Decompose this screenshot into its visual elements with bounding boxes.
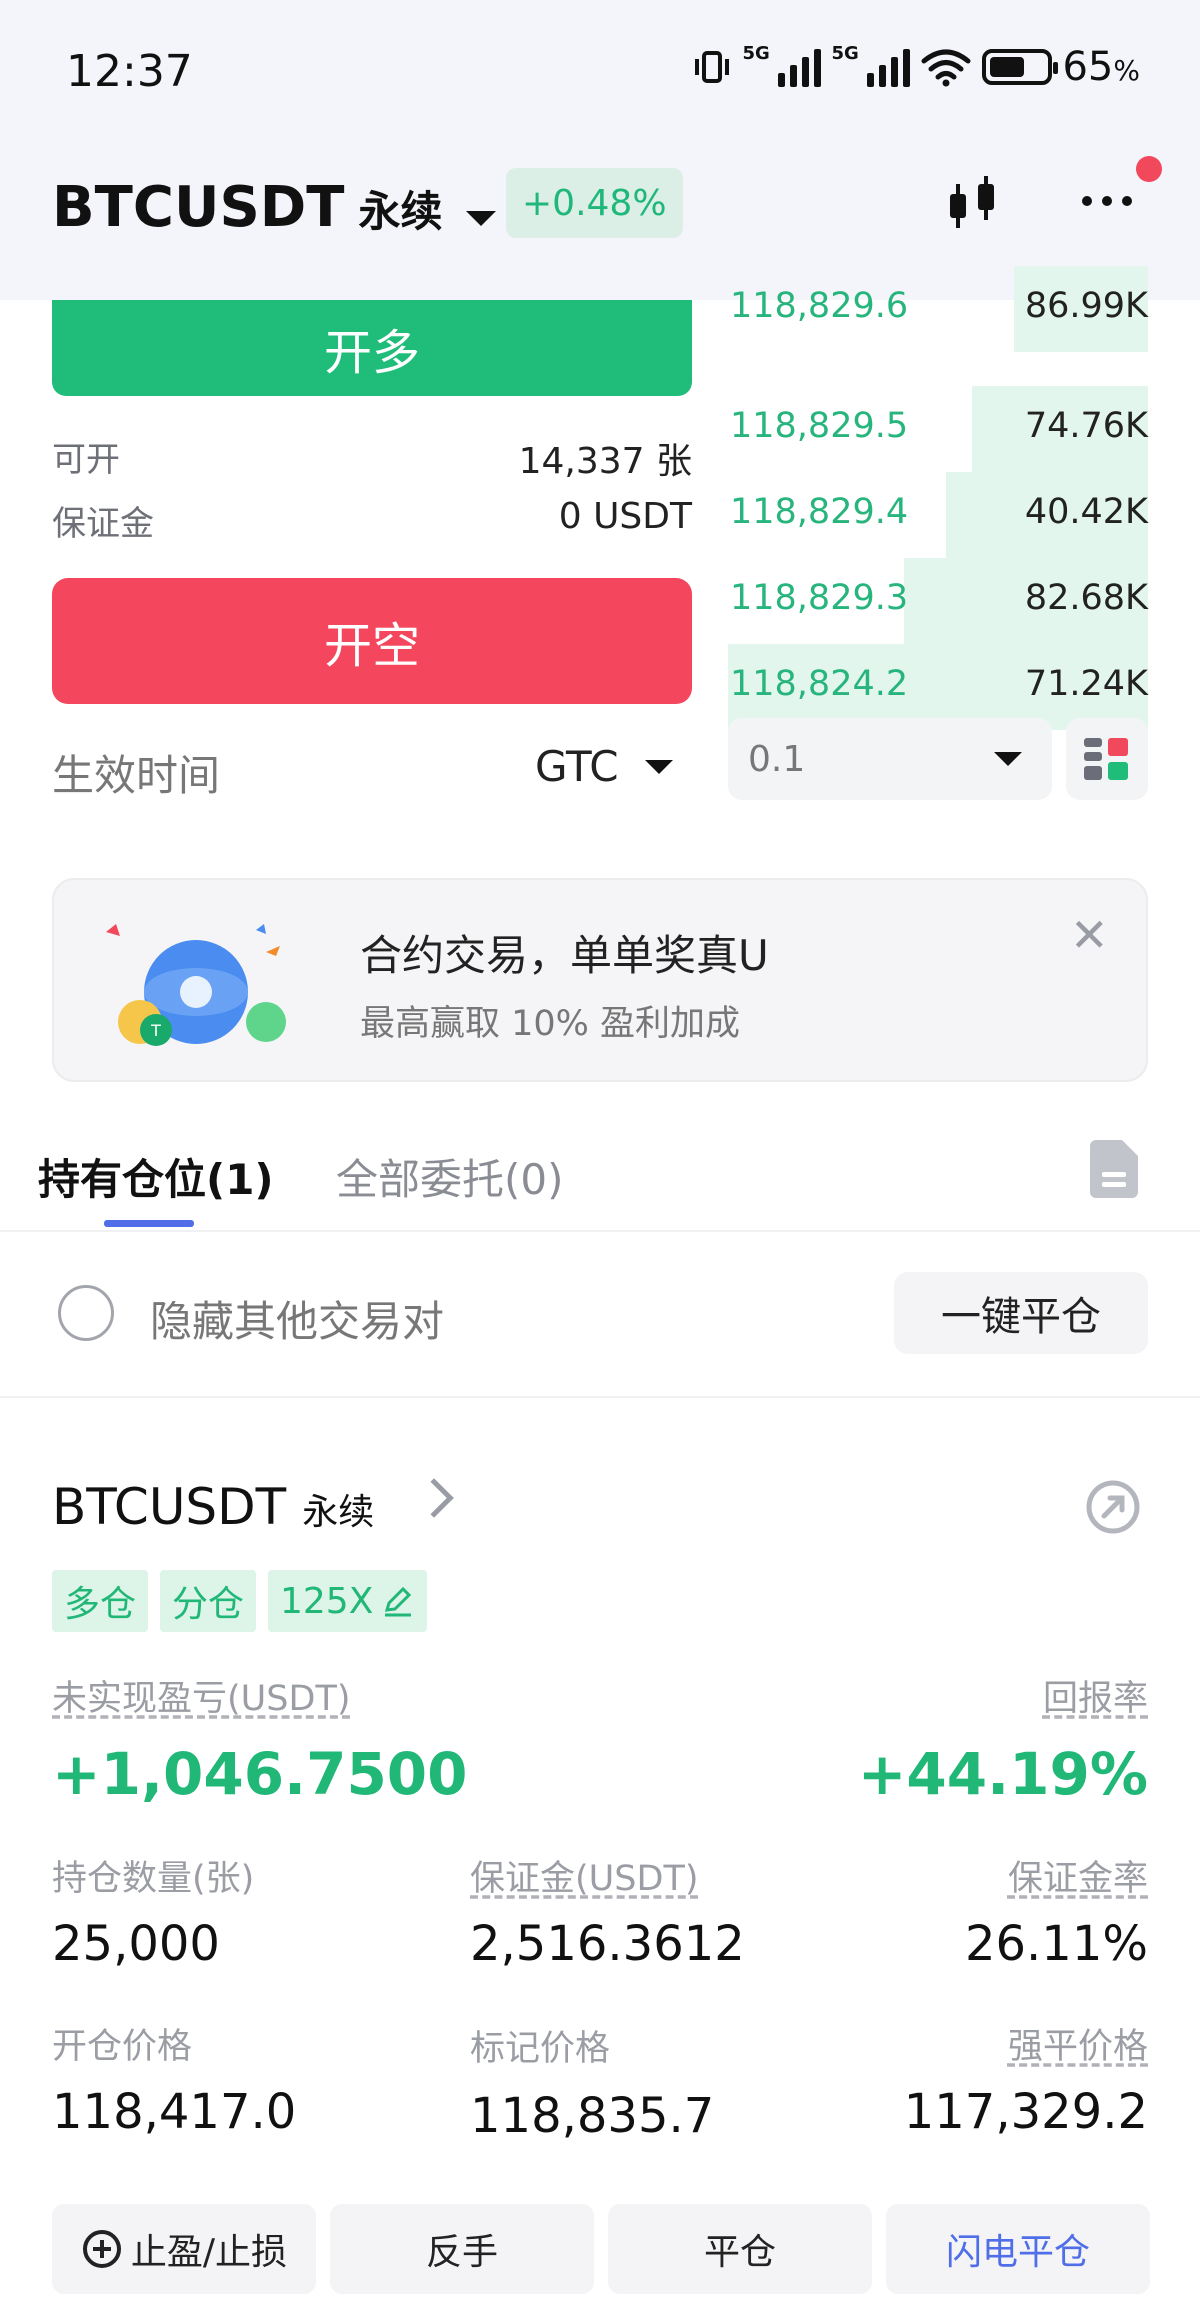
hide-other-pairs-radio[interactable] — [58, 1285, 114, 1341]
open-long-button[interactable]: 开多 — [52, 300, 692, 396]
active-tab-indicator — [104, 1220, 194, 1227]
orderbook-price: 118,824.2 — [730, 664, 909, 704]
position-pair[interactable]: BTCUSDT 永续 — [52, 1478, 374, 1536]
pair-selector[interactable]: BTCUSDT 永续 — [52, 175, 497, 240]
margin-rate-value: 26.11% — [964, 1916, 1148, 1972]
leverage-tag[interactable]: 125X — [268, 1570, 428, 1632]
open-short-button[interactable]: 开空 — [52, 578, 692, 704]
status-icons: 5G 5G 65% — [692, 43, 1140, 90]
divider — [0, 1396, 1200, 1398]
signal-icon-1: 5G — [742, 43, 822, 87]
roe-value: +44.19% — [857, 1740, 1148, 1808]
available-value: 14,337 张 — [518, 441, 692, 482]
close-all-button[interactable]: 一键平仓 — [894, 1272, 1148, 1354]
effective-time-value: GTC — [535, 742, 619, 791]
leverage-value: 125X — [280, 1580, 374, 1622]
price-change-badge: +0.48% — [506, 168, 683, 238]
document-icon[interactable] — [1090, 1140, 1138, 1198]
signal-icon-2: 5G — [831, 43, 911, 87]
orderbook-price: 118,829.5 — [730, 406, 909, 446]
orderbook-price: 118,829.6 — [730, 286, 909, 326]
banner-subtitle: 最高赢取 10% 盈利加成 — [360, 1004, 741, 1044]
liquidation-price-value: 117,329.2 — [903, 2084, 1148, 2140]
divider — [0, 1230, 1200, 1232]
position-qty-label: 持仓数量(张) — [52, 1859, 255, 1899]
contract-type: 永续 — [358, 187, 443, 236]
wifi-icon — [921, 49, 971, 87]
more-icon[interactable] — [1082, 196, 1132, 206]
mark-price-value: 118,835.7 — [470, 2088, 715, 2144]
depth-precision-select[interactable]: 0.1 — [728, 718, 1052, 800]
mark-price-label: 标记价格 — [470, 2029, 611, 2069]
orderbook-row[interactable]: 118,829.5 74.76K — [728, 386, 1148, 472]
tab-orders[interactable]: 全部委托(0) — [336, 1146, 564, 1207]
margin-rate-label[interactable]: 保证金率 — [1008, 1850, 1148, 1901]
edit-icon — [385, 1586, 412, 1617]
share-icon[interactable] — [1084, 1478, 1142, 1536]
effective-time-select[interactable]: GTC — [535, 742, 673, 791]
promo-illustration: T — [106, 924, 286, 1046]
position-qty-value: 25,000 — [52, 1916, 220, 1972]
margin-usdt-label[interactable]: 保证金(USDT) — [470, 1850, 698, 1901]
liquidation-price-label[interactable]: 强平价格 — [1008, 2018, 1148, 2069]
orderbook-qty: 74.76K — [1024, 406, 1148, 446]
tp-sl-button[interactable]: 止盈/止损 — [52, 2204, 316, 2294]
candlestick-chart-icon[interactable] — [938, 170, 1008, 240]
position-pair-name: BTCUSDT — [52, 1478, 287, 1536]
margin-value: 0 USDT — [558, 496, 692, 537]
orderbook-price: 118,829.4 — [730, 492, 909, 532]
pair-name: BTCUSDT — [52, 175, 345, 240]
depth-precision-value: 0.1 — [748, 738, 806, 780]
close-position-button[interactable]: 平仓 — [608, 2204, 872, 2294]
margin-mode-tag: 分仓 — [160, 1570, 257, 1632]
svg-text:T: T — [150, 1021, 161, 1040]
entry-price-value: 118,417.0 — [52, 2084, 297, 2140]
roe-label[interactable]: 回报率 — [1043, 1670, 1148, 1721]
orderbook-price: 118,829.3 — [730, 578, 909, 618]
tp-sl-label: 止盈/止损 — [130, 2232, 288, 2273]
caret-down-icon — [644, 759, 673, 774]
layout-icon — [1084, 738, 1128, 780]
orderbook-qty: 40.42K — [1024, 492, 1148, 532]
orderbook-qty: 71.24K — [1024, 664, 1148, 704]
tab-positions[interactable]: 持有仓位(1) — [38, 1146, 274, 1207]
battery-icon — [982, 49, 1059, 85]
reverse-button[interactable]: 反手 — [330, 2204, 594, 2294]
caret-down-icon — [994, 752, 1022, 766]
notification-dot — [1136, 156, 1162, 182]
hide-other-pairs-label: 隐藏其他交易对 — [150, 1297, 445, 1346]
available-label: 可开 — [52, 440, 120, 480]
entry-price-label: 开仓价格 — [52, 2027, 193, 2067]
orderbook-row[interactable]: 118,829.3 82.68K — [728, 558, 1148, 644]
orderbook-qty: 82.68K — [1024, 578, 1148, 618]
orderbook-row[interactable]: 118,829.6 86.99K — [728, 266, 1148, 352]
orderbook-qty: 86.99K — [1024, 286, 1148, 326]
battery-level: 65% — [1062, 44, 1140, 90]
caret-down-icon — [466, 211, 497, 226]
orderbook-row[interactable]: 118,829.4 40.42K — [728, 472, 1148, 558]
unrealized-pnl-value: +1,046.7500 — [52, 1740, 468, 1808]
status-time: 12:37 — [66, 46, 193, 97]
margin-usdt-value: 2,516.3612 — [470, 1916, 745, 1972]
position-contract-type: 永续 — [302, 1492, 375, 1533]
margin-label: 保证金 — [52, 504, 154, 544]
vibrate-icon — [695, 51, 730, 83]
close-icon[interactable]: ✕ — [1070, 908, 1109, 962]
orderbook-layout-button[interactable] — [1066, 718, 1148, 800]
unrealized-pnl-label[interactable]: 未实现盈亏(USDT) — [52, 1670, 350, 1721]
add-circle-icon — [82, 2230, 121, 2268]
banner-title: 合约交易，单单奖真U — [360, 931, 769, 980]
side-tag: 多仓 — [52, 1570, 149, 1632]
flash-close-button[interactable]: 闪电平仓 — [886, 2204, 1150, 2294]
chevron-right-icon[interactable] — [414, 1478, 454, 1518]
effective-time-label: 生效时间 — [52, 751, 221, 800]
